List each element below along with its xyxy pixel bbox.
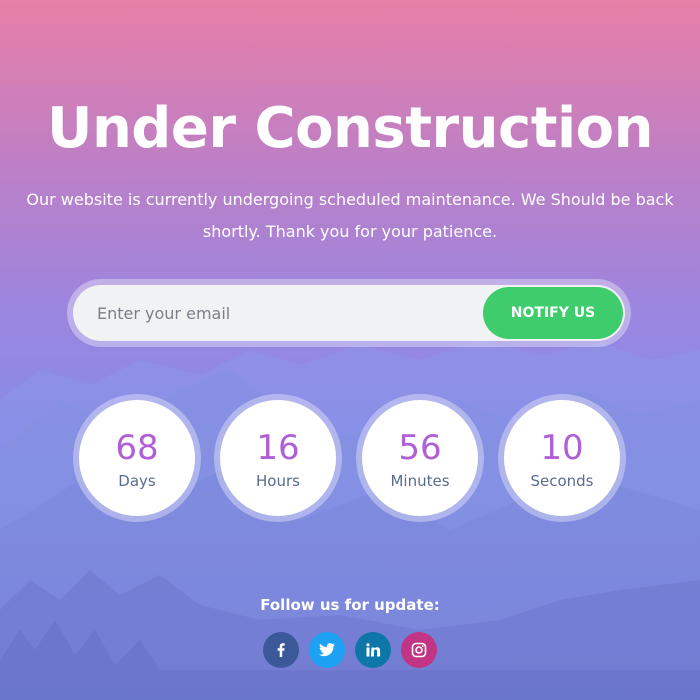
twitter-icon bbox=[319, 643, 335, 657]
countdown-days-label: Days bbox=[118, 472, 156, 490]
facebook-link[interactable] bbox=[263, 632, 299, 668]
countdown-timer: 68 Days 16 Hours 56 Minutes 10 Seconds bbox=[0, 394, 700, 524]
facebook-icon bbox=[277, 643, 285, 657]
countdown-hours-label: Hours bbox=[256, 472, 300, 490]
countdown-minutes-value: 56 bbox=[398, 428, 442, 468]
instagram-link[interactable] bbox=[401, 632, 437, 668]
twitter-link[interactable] bbox=[309, 632, 345, 668]
social-links bbox=[263, 632, 439, 668]
email-subscribe-form: NOTIFY US bbox=[67, 279, 631, 347]
linkedin-icon bbox=[366, 643, 381, 657]
countdown-days-value: 68 bbox=[115, 428, 159, 468]
countdown-hours: 16 Hours bbox=[214, 394, 342, 522]
email-input-container: NOTIFY US bbox=[73, 285, 625, 341]
email-input[interactable] bbox=[97, 285, 477, 341]
instagram-icon bbox=[411, 642, 427, 658]
countdown-seconds-value: 10 bbox=[540, 428, 584, 468]
notify-us-button[interactable]: NOTIFY US bbox=[483, 287, 623, 339]
countdown-days: 68 Days bbox=[73, 394, 201, 522]
linkedin-link[interactable] bbox=[355, 632, 391, 668]
countdown-minutes: 56 Minutes bbox=[356, 394, 484, 522]
countdown-hours-value: 16 bbox=[256, 428, 300, 468]
countdown-seconds-label: Seconds bbox=[530, 472, 594, 490]
page-title: Under Construction bbox=[46, 96, 654, 161]
page-subtitle: Our website is currently undergoing sche… bbox=[26, 190, 674, 241]
countdown-seconds: 10 Seconds bbox=[498, 394, 626, 522]
countdown-minutes-label: Minutes bbox=[390, 472, 450, 490]
follow-heading: Follow us for update: bbox=[260, 596, 440, 614]
